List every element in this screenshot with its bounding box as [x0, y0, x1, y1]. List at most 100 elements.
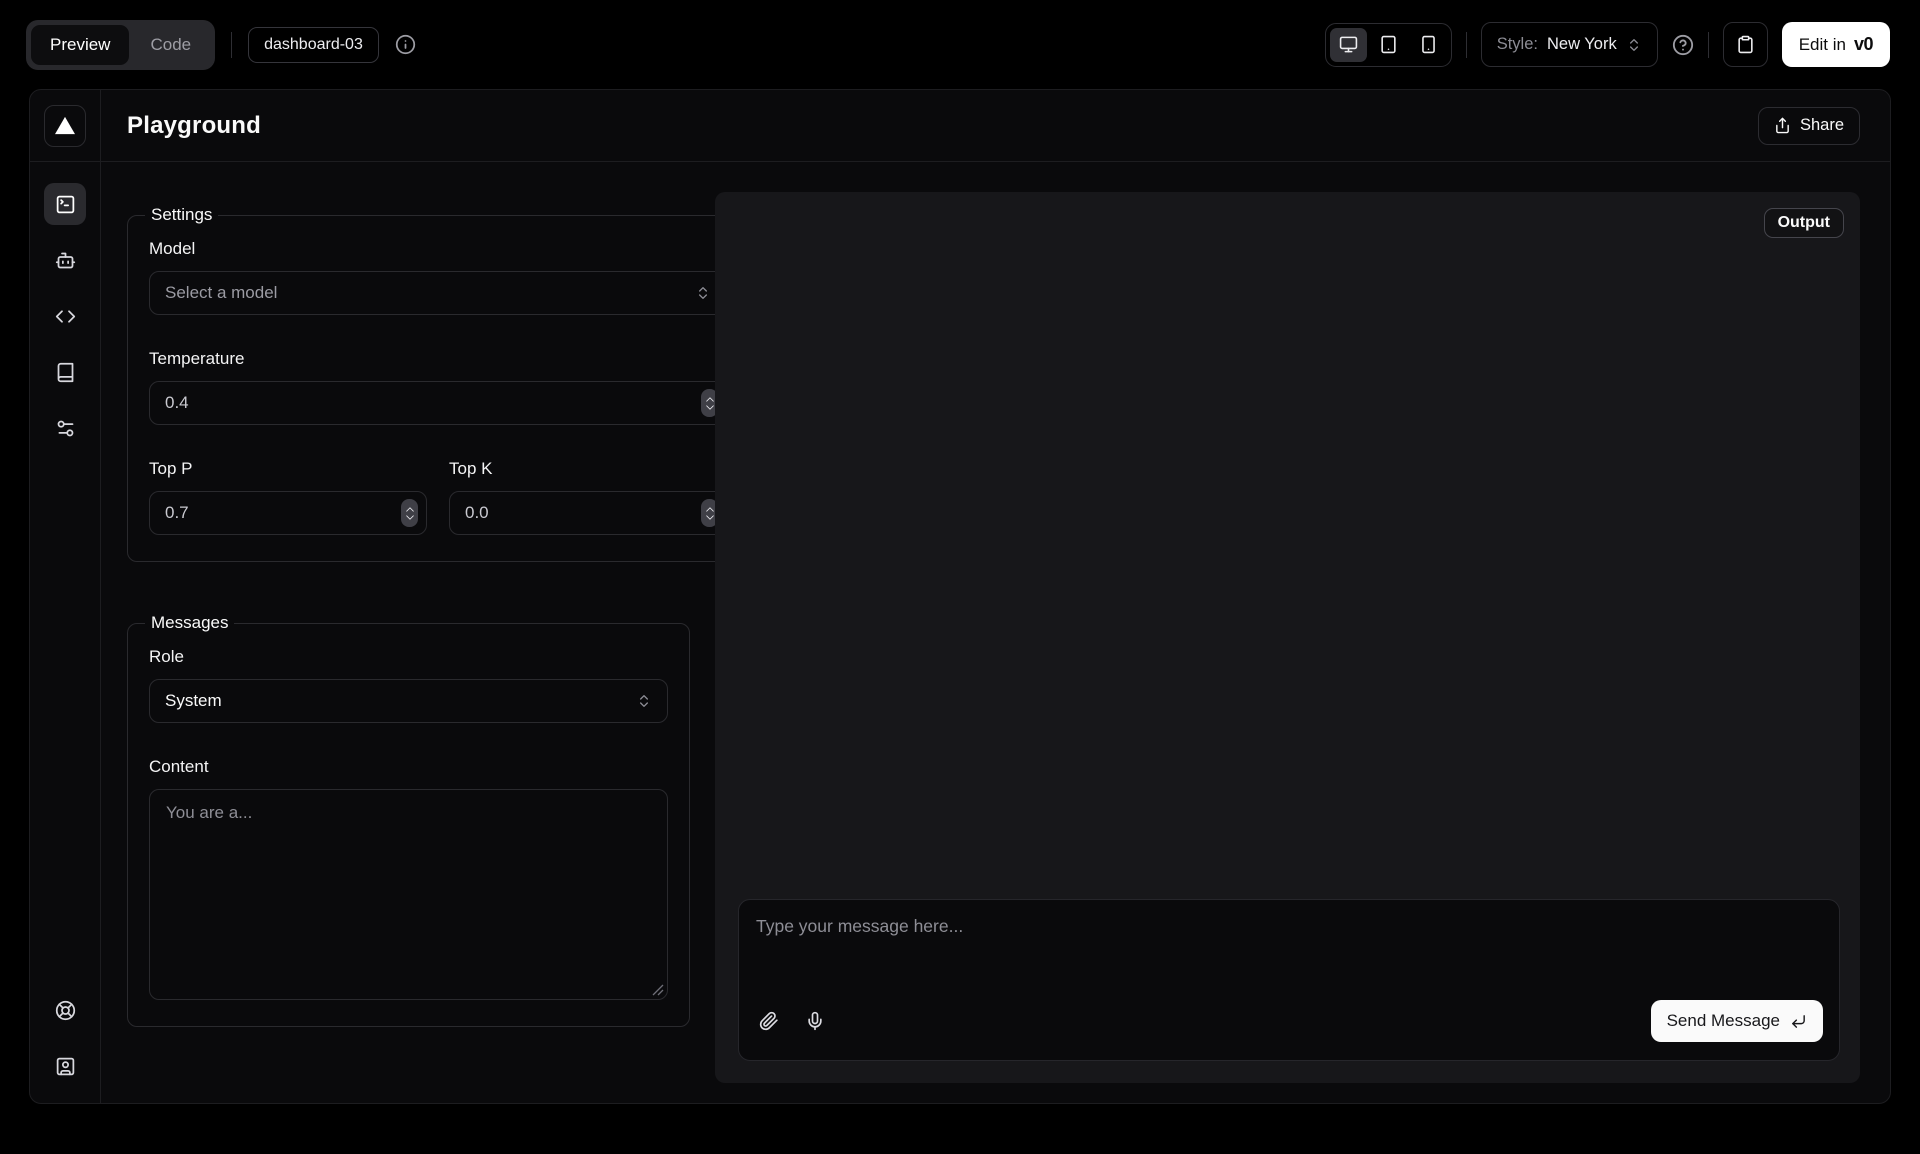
- mic-icon: [805, 1011, 825, 1031]
- top-p-field: [149, 491, 427, 535]
- sidebar-item-account[interactable]: [44, 1045, 86, 1087]
- monitor-icon: [1339, 35, 1358, 54]
- preview-tab[interactable]: Preview: [31, 25, 129, 65]
- content-area: Settings Model Select a model Temperatur…: [101, 162, 1890, 1103]
- use-microphone-button[interactable]: [805, 1011, 825, 1031]
- output-panel: Output Send Message: [715, 192, 1860, 1083]
- corner-down-left-icon: [1790, 1013, 1807, 1030]
- role-select-value: System: [165, 691, 222, 711]
- style-select-label: Style:: [1497, 35, 1538, 54]
- chevron-down-icon: [705, 404, 715, 411]
- model-select-value: Select a model: [165, 283, 277, 303]
- chevron-up-icon: [705, 506, 715, 513]
- sidebar-item-settings[interactable]: [44, 407, 86, 449]
- desktop-view-button[interactable]: [1330, 28, 1367, 62]
- chevrons-up-down-icon: [636, 693, 652, 709]
- view-toggle: Preview Code: [26, 20, 215, 70]
- vercel-triangle-icon: [54, 116, 76, 136]
- edit-in-v0-label: Edit in: [1799, 35, 1846, 55]
- share-button-label: Share: [1800, 116, 1844, 135]
- chevron-up-icon: [405, 506, 415, 513]
- top-p-group: Top P: [149, 425, 427, 535]
- toolbar-divider: [231, 32, 232, 58]
- book-icon: [55, 362, 76, 383]
- chevrons-up-down-icon: [1626, 37, 1642, 53]
- messages-legend: Messages: [145, 613, 234, 633]
- temperature-input[interactable]: [150, 393, 701, 413]
- settings-sliders-icon: [55, 418, 76, 439]
- role-select[interactable]: System: [149, 679, 668, 723]
- smartphone-icon: [1419, 35, 1438, 54]
- code-icon: [55, 306, 76, 327]
- settings-legend: Settings: [145, 205, 218, 225]
- role-label: Role: [149, 647, 668, 667]
- chevron-down-icon: [705, 514, 715, 521]
- send-message-button[interactable]: Send Message: [1651, 1000, 1823, 1042]
- page-title: Playground: [127, 112, 261, 140]
- help-icon[interactable]: [1672, 34, 1694, 56]
- info-icon[interactable]: [395, 34, 416, 55]
- send-message-label: Send Message: [1667, 1011, 1780, 1031]
- temperature-field: [149, 381, 727, 425]
- toolbar-divider: [1466, 32, 1467, 58]
- edit-in-v0-button[interactable]: Edit in v0: [1782, 22, 1890, 67]
- square-terminal-icon: [55, 194, 76, 215]
- paperclip-icon: [759, 1011, 779, 1031]
- sidebar-header: [30, 90, 100, 162]
- message-input[interactable]: [739, 900, 1839, 1000]
- block-name-badge[interactable]: dashboard-03: [248, 27, 379, 63]
- sidebar-item-documentation[interactable]: [44, 351, 86, 393]
- life-buoy-icon: [55, 1000, 76, 1021]
- mobile-view-button[interactable]: [1410, 28, 1447, 62]
- square-user-icon: [55, 1056, 76, 1077]
- top-k-label: Top K: [449, 459, 727, 479]
- share-icon: [1774, 117, 1791, 134]
- chevron-down-icon: [405, 514, 415, 521]
- top-k-group: Top K: [449, 425, 727, 535]
- toolbar-divider: [1708, 32, 1709, 58]
- sidebar-item-playground[interactable]: [44, 183, 86, 225]
- style-select-value: New York: [1547, 35, 1617, 54]
- top-p-input[interactable]: [150, 503, 401, 523]
- sidebar-nav: [44, 162, 86, 449]
- style-select[interactable]: Style: New York: [1481, 22, 1658, 67]
- tablet-icon: [1379, 35, 1398, 54]
- sidebar-item-api[interactable]: [44, 295, 86, 337]
- content-label: Content: [149, 757, 668, 777]
- toolbar-left-group: Preview Code dashboard-03: [26, 20, 416, 70]
- top-p-stepper[interactable]: [401, 499, 418, 527]
- home-logo-button[interactable]: [44, 105, 86, 147]
- toolbar-right-group: Style: New York Edit in v0: [1325, 22, 1890, 67]
- device-toggle-group: [1325, 23, 1452, 67]
- page-header: Playground Share: [101, 90, 1890, 162]
- content-field: [149, 789, 668, 1000]
- v0-logo: v0: [1854, 34, 1873, 55]
- tablet-view-button[interactable]: [1370, 28, 1407, 62]
- top-k-field: [449, 491, 727, 535]
- top-k-input[interactable]: [450, 503, 701, 523]
- top-p-top-k-row: Top P Top K: [149, 425, 727, 535]
- chevron-up-icon: [705, 396, 715, 403]
- sidebar: [30, 90, 101, 1103]
- message-composer: Send Message: [738, 899, 1840, 1061]
- attach-file-button[interactable]: [759, 1011, 779, 1031]
- model-select[interactable]: Select a model: [149, 271, 727, 315]
- configuration-column: Settings Model Select a model Temperatur…: [127, 192, 690, 1083]
- main-area: Playground Share Settings Model Select a…: [101, 90, 1890, 1103]
- sidebar-item-help[interactable]: [44, 989, 86, 1031]
- share-button[interactable]: Share: [1758, 107, 1860, 145]
- content-textarea[interactable]: [150, 790, 667, 999]
- clipboard-icon: [1736, 35, 1755, 54]
- composer-actions-row: Send Message: [739, 1000, 1839, 1060]
- bot-icon: [55, 250, 76, 271]
- settings-fieldset: Settings Model Select a model Temperatur…: [127, 205, 749, 562]
- sidebar-item-models[interactable]: [44, 239, 86, 281]
- code-tab[interactable]: Code: [131, 25, 210, 65]
- preview-frame: Playground Share Settings Model Select a…: [29, 89, 1891, 1104]
- chevrons-up-down-icon: [695, 285, 711, 301]
- copy-code-button[interactable]: [1723, 22, 1768, 67]
- messages-fieldset: Messages Role System Content: [127, 613, 690, 1027]
- temperature-label: Temperature: [149, 349, 727, 369]
- sidebar-bottom-nav: [44, 989, 86, 1103]
- top-p-label: Top P: [149, 459, 427, 479]
